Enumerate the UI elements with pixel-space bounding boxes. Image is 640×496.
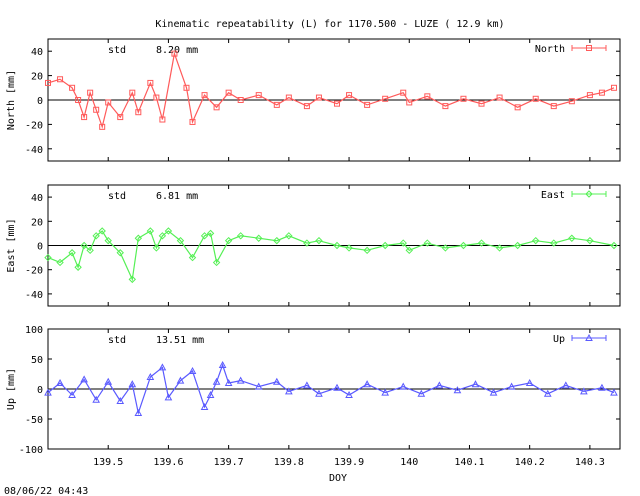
- y-tick-label: 20: [31, 72, 43, 83]
- y-tick-label: 20: [31, 217, 43, 228]
- y-tick-label: 100: [25, 325, 43, 336]
- panel-up: 100 50 0 -50 -100 139.5 139.6 139.7 139.8 139.9 14…: [6, 325, 621, 468]
- y-tick-label: -20: [25, 120, 43, 131]
- x-tick-label: 140.2: [515, 457, 545, 468]
- x-tick-label: 140.3: [575, 457, 605, 468]
- x-tick-label: 139.8: [274, 457, 304, 468]
- x-tick-label: 139.6: [153, 457, 183, 468]
- y-axis-label: North [mm]: [6, 70, 17, 130]
- x-tick-label: 140: [400, 457, 418, 468]
- y-tick-label: 0: [37, 385, 43, 396]
- timestamp: 08/06/22 04:43: [4, 486, 88, 496]
- y-tick-label: 40: [31, 47, 43, 58]
- y-tick-label: -100: [19, 445, 43, 456]
- y-tick-label: -40: [25, 145, 43, 156]
- panel-east: 40 20 0 -20 -40 East [mm] std 6.81 mm East: [6, 184, 621, 307]
- y-tick-label: -50: [25, 415, 43, 426]
- x-tick-label: 139.5: [93, 457, 123, 468]
- y-tick-label: -40: [25, 290, 43, 301]
- std-value: 13.51 mm: [156, 335, 204, 346]
- y-tick-label: 0: [37, 96, 43, 107]
- legend-label: Up: [553, 334, 565, 345]
- std-label: std: [108, 191, 126, 202]
- std-label: std: [108, 335, 126, 346]
- x-axis-label: DOY: [329, 473, 347, 484]
- y-tick-label: -20: [25, 266, 43, 277]
- std-label: std: [108, 45, 126, 56]
- y-tick-label: 40: [31, 193, 43, 204]
- y-tick-label: 50: [31, 355, 43, 366]
- chart-title: Kinematic repeatability (L) for 1170.500…: [155, 19, 504, 30]
- panel-north: 40200-20-40North [mm]std 8.20 mm North: [6, 38, 621, 162]
- std-value: 6.81 mm: [156, 191, 198, 202]
- y-axis-label: Up [mm]: [6, 368, 17, 410]
- series-line: [47, 230, 615, 282]
- x-tick-label: 139.7: [214, 457, 244, 468]
- chart-canvas: Kinematic repeatability (L) for 1170.500…: [0, 0, 640, 496]
- y-axis-label: East [mm]: [6, 218, 17, 272]
- x-tick-label: 140.1: [454, 457, 484, 468]
- kinematic-repeatability-chart: Kinematic repeatability (L) for 1170.500…: [4, 19, 621, 496]
- y-tick-label: 0: [37, 242, 43, 253]
- legend-label: East: [541, 190, 565, 201]
- legend-label: North: [535, 44, 565, 55]
- x-tick-label: 139.9: [334, 457, 364, 468]
